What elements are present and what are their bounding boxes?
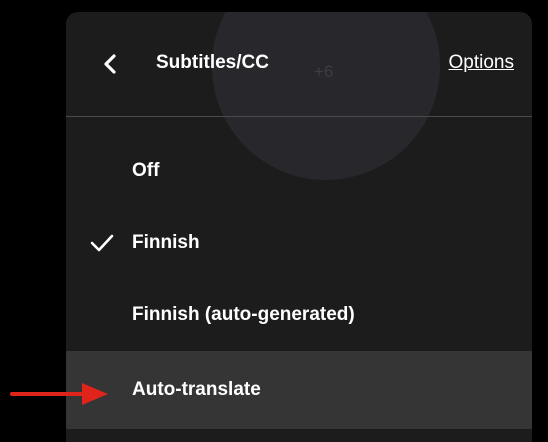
screen: +6 Subtitles/CC Options Off Finnish Finn… — [0, 0, 548, 442]
menu-item-finnish[interactable]: Finnish — [66, 207, 532, 279]
panel-title: Subtitles/CC — [156, 52, 269, 73]
subtitles-settings-panel: +6 Subtitles/CC Options Off Finnish Finn… — [66, 12, 532, 442]
back-button[interactable] — [96, 50, 124, 78]
options-link[interactable]: Options — [449, 52, 514, 74]
panel-header: Subtitles/CC Options — [66, 12, 532, 116]
menu-item-finnish-auto-generated[interactable]: Finnish (auto-generated) — [66, 279, 532, 351]
menu-item-label: Finnish (auto-generated) — [132, 304, 355, 325]
menu-item-label: Finnish — [132, 232, 200, 253]
chevron-left-icon — [104, 54, 116, 74]
header-divider — [66, 116, 532, 117]
menu-item-label: Off — [132, 160, 160, 181]
menu-item-off[interactable]: Off — [66, 135, 532, 207]
subtitle-options-list: Off Finnish Finnish (auto-generated) Aut… — [66, 135, 532, 429]
menu-item-auto-translate[interactable]: Auto-translate — [66, 351, 532, 429]
red-arrow-icon — [10, 383, 108, 405]
menu-item-label: Auto-translate — [132, 379, 261, 400]
checkmark-icon — [88, 229, 116, 257]
